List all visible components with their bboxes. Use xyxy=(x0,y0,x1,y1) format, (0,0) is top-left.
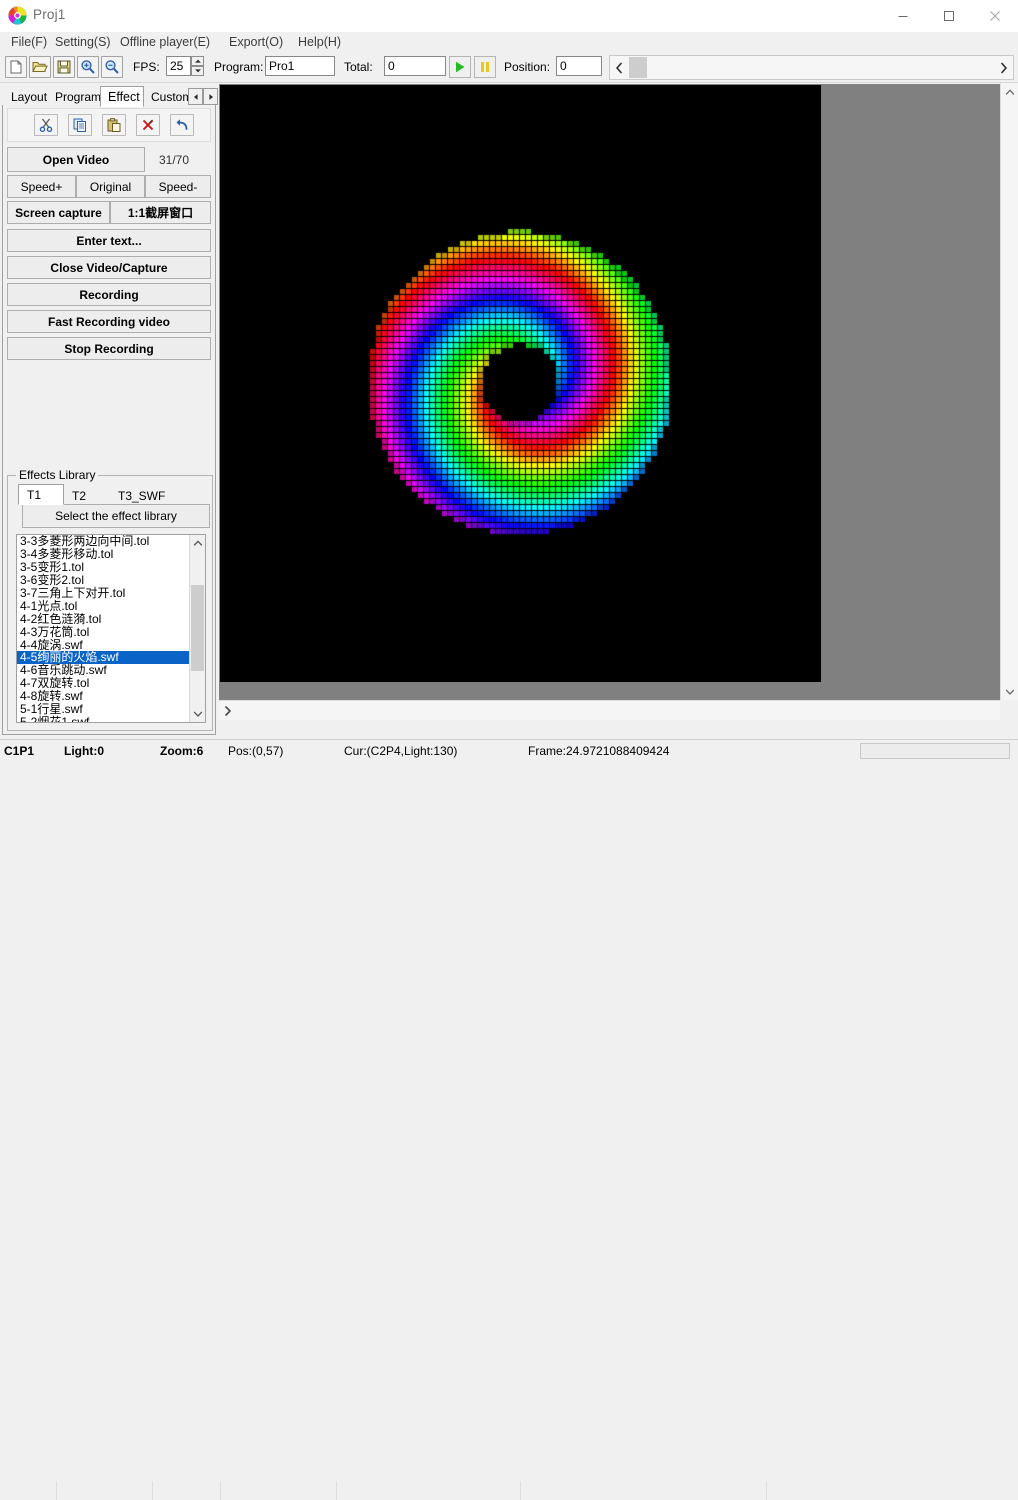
position-input[interactable] xyxy=(556,56,602,76)
stop-recording-button[interactable]: Stop Recording xyxy=(7,337,211,360)
maximize-button[interactable] xyxy=(926,0,972,31)
list-item[interactable]: 5-2烟花1.swf xyxy=(17,716,190,722)
chevron-down-icon[interactable] xyxy=(1001,683,1018,700)
led-preview-canvas[interactable] xyxy=(220,85,821,682)
undo-icon[interactable] xyxy=(170,114,194,136)
original-speed-button[interactable]: Original xyxy=(76,175,145,198)
triangle-right-icon[interactable] xyxy=(203,88,218,105)
edit-toolbar xyxy=(7,108,211,142)
library-tab-t1[interactable]: T1 xyxy=(18,484,64,505)
preview-area[interactable] xyxy=(219,84,1000,700)
frame-counter: 31/70 xyxy=(159,153,190,167)
triangle-left-icon[interactable] xyxy=(188,88,203,105)
paste-icon[interactable] xyxy=(102,114,126,136)
chevron-down-icon[interactable] xyxy=(190,706,205,722)
open-folder-icon[interactable] xyxy=(29,56,51,78)
effect-panel-body: Open Video 31/70 Speed+ Original Speed- … xyxy=(2,105,216,735)
status-progress-box xyxy=(860,743,1010,759)
fps-spinner[interactable] xyxy=(191,56,204,76)
swirl-icon xyxy=(8,6,27,25)
delete-icon[interactable] xyxy=(136,114,160,136)
pause-button[interactable] xyxy=(474,56,496,78)
list-item[interactable]: 4-1光点.tol xyxy=(17,599,190,613)
close-button[interactable] xyxy=(972,0,1018,31)
status-bar: C1P1 Light:0 Zoom:6 Pos:(0,57) Cur:(C2P4… xyxy=(0,739,1018,1500)
library-tabstrip: T1 T2 T3_SWF xyxy=(18,484,208,505)
screen-capture-button[interactable]: Screen capture xyxy=(7,201,110,224)
play-button[interactable] xyxy=(449,56,471,78)
timeline-thumb[interactable] xyxy=(629,57,647,78)
effects-library-group: Effects Library T1 T2 T3_SWF Select the … xyxy=(7,468,213,731)
close-video-button[interactable]: Close Video/Capture xyxy=(7,256,211,279)
timeline-scrollbar[interactable] xyxy=(609,55,1014,80)
enter-text-button[interactable]: Enter text... xyxy=(7,229,211,252)
fps-label: FPS: xyxy=(133,60,160,74)
tab-effect[interactable]: Effect xyxy=(100,86,144,107)
library-tab-t3-swf[interactable]: T3_SWF xyxy=(110,487,172,505)
list-item[interactable]: 4-3万花筒.tol xyxy=(17,625,190,639)
effects-list[interactable]: 3-3多菱形两边向中间.tol 3-4多菱形移动.tol 3-5变形1.tol 3-6… xyxy=(16,534,206,723)
fps-spinner-down[interactable] xyxy=(191,66,204,76)
list-item[interactable]: 3-5变形1.tol xyxy=(17,560,190,574)
chevron-up-icon[interactable] xyxy=(1001,83,1018,100)
cut-icon[interactable] xyxy=(34,114,58,136)
status-cabinet: C1P1 xyxy=(4,744,35,758)
capture-window-button[interactable]: 1:1截屏窗口 xyxy=(110,201,211,224)
effects-list-items: 3-3多菱形两边向中间.tol 3-4多菱形移动.tol 3-5变形1.tol 3-6… xyxy=(17,535,190,722)
fps-input[interactable] xyxy=(166,56,191,76)
tab-custom[interactable]: Custom xyxy=(144,89,194,106)
library-tab-t2[interactable]: T2 xyxy=(64,487,110,505)
minimize-button[interactable] xyxy=(880,0,926,31)
program-label: Program: xyxy=(214,60,264,74)
fps-spinner-up[interactable] xyxy=(191,56,204,66)
speed-up-button[interactable]: Speed+ xyxy=(7,175,76,198)
chevron-left-icon[interactable] xyxy=(610,56,628,79)
status-frame: Frame:24.9721088409424 xyxy=(528,744,670,758)
speed-down-button[interactable]: Speed- xyxy=(145,175,211,198)
chevron-right-icon[interactable] xyxy=(219,702,236,719)
program-input[interactable] xyxy=(265,56,335,76)
zoom-out-icon[interactable] xyxy=(101,56,123,78)
menu-export[interactable]: Export(O) xyxy=(224,34,288,51)
tab-layout[interactable]: Layout xyxy=(4,89,48,106)
menu-help[interactable]: Help(H) xyxy=(293,34,346,51)
total-label: Total: xyxy=(344,60,373,74)
window-title: Proj1 xyxy=(33,7,66,22)
application-window: Proj1 File(F) Setting(S) Offline player(… xyxy=(0,0,1018,1500)
horizontal-scrollbar[interactable] xyxy=(219,700,1000,720)
effects-list-scroll-thumb[interactable] xyxy=(191,585,204,671)
status-cursor: Cur:(C2P4,Light:130) xyxy=(344,744,458,758)
status-position: Pos:(0,57) xyxy=(228,744,284,758)
left-panel: Layout Program Effect Custom Open Video … xyxy=(0,83,218,738)
vertical-scrollbar[interactable] xyxy=(1000,83,1018,700)
effects-list-scrollbar[interactable] xyxy=(189,535,205,722)
recording-button[interactable]: Recording xyxy=(7,283,211,306)
total-input[interactable] xyxy=(384,56,446,76)
tab-program[interactable]: Program xyxy=(48,89,101,106)
position-label: Position: xyxy=(504,60,551,74)
list-item[interactable]: 3-7三角上下对开.tol xyxy=(17,586,190,600)
copy-icon[interactable] xyxy=(68,114,92,136)
list-item[interactable]: 4-2红色涟漪.tol xyxy=(17,612,190,626)
chevron-right-icon[interactable] xyxy=(995,56,1013,79)
zoom-in-icon[interactable] xyxy=(77,56,99,78)
menu-setting[interactable]: Setting(S) xyxy=(50,34,116,51)
new-file-icon[interactable] xyxy=(5,56,27,78)
save-disk-icon[interactable] xyxy=(53,56,75,78)
select-effect-library-button[interactable]: Select the effect library xyxy=(22,504,210,528)
menu-file[interactable]: File(F) xyxy=(6,34,52,51)
effects-library-title: Effects Library xyxy=(16,468,99,482)
open-video-button[interactable]: Open Video xyxy=(7,147,145,172)
status-light: Light:0 xyxy=(64,744,104,758)
chevron-up-icon[interactable] xyxy=(190,535,205,551)
menu-offline-player[interactable]: Offline player(E) xyxy=(115,34,215,51)
fast-recording-button[interactable]: Fast Recording video xyxy=(7,310,211,333)
menu-bar: File(F) Setting(S) Offline player(E) Exp… xyxy=(0,32,1018,52)
status-zoom: Zoom:6 xyxy=(160,744,204,758)
list-item[interactable]: 3-3多菱形两边向中间.tol xyxy=(17,535,190,548)
title-bar: Proj1 xyxy=(0,0,1018,32)
list-item[interactable]: 3-6变形2.tol xyxy=(17,573,190,587)
panel-tabstrip: Layout Program Effect Custom xyxy=(2,86,218,107)
list-item[interactable]: 3-4多菱形移动.tol xyxy=(17,547,190,561)
